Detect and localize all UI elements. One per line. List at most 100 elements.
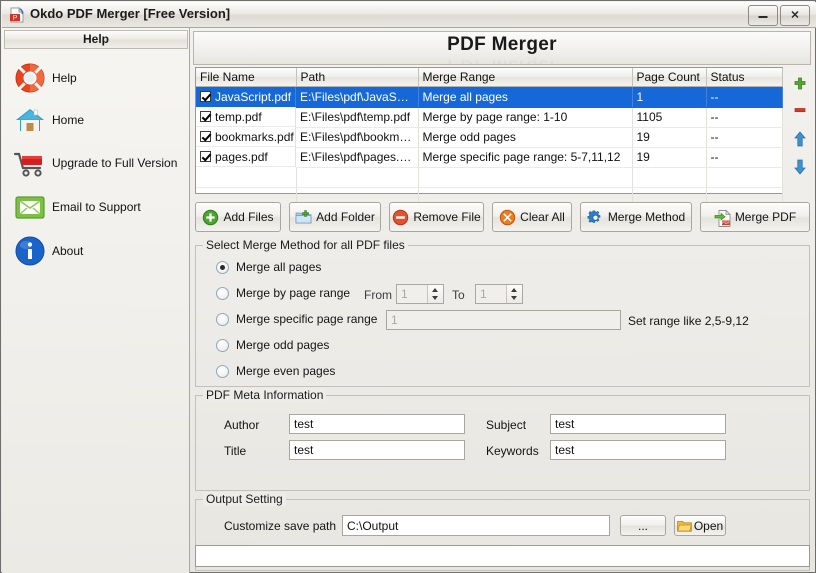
- merge-method-button[interactable]: Merge Method: [580, 202, 692, 232]
- radio-merge-odd-pages[interactable]: Merge odd pages: [216, 336, 329, 354]
- blue-up-arrow-icon: [793, 131, 807, 150]
- blue-down-arrow-icon: [793, 159, 807, 178]
- radio-icon: [216, 260, 229, 274]
- merge-pdf-button[interactable]: PDF Merge PDF: [700, 202, 810, 232]
- info-icon: [12, 233, 48, 269]
- row-checkbox[interactable]: [200, 151, 211, 162]
- minimize-icon: [758, 16, 768, 19]
- green-plus-circle-icon: [202, 209, 219, 226]
- keywords-label: Keywords: [486, 444, 539, 458]
- clear-x-icon: [499, 209, 516, 226]
- status-bar: [195, 545, 810, 567]
- cell-page-count: 1: [632, 86, 707, 108]
- radio-label: Merge even pages: [236, 364, 336, 378]
- column-header-file-name[interactable]: File Name: [196, 68, 297, 87]
- close-button[interactable]: ✕: [780, 5, 810, 26]
- keywords-field[interactable]: [550, 440, 726, 460]
- title-label: Title: [224, 444, 247, 458]
- cell-file-name[interactable]: JavaScript.pdf: [196, 87, 296, 107]
- remove-file-button[interactable]: Remove File: [389, 202, 484, 232]
- cell-file-name[interactable]: temp.pdf: [196, 107, 296, 127]
- open-folder-icon: [677, 519, 692, 533]
- column-header-path[interactable]: Path: [296, 68, 419, 87]
- to-label: To: [452, 288, 465, 302]
- radio-label: Merge odd pages: [236, 338, 330, 352]
- author-field[interactable]: [289, 414, 465, 434]
- from-page-value: 1: [401, 287, 408, 301]
- table-row-empty: [196, 167, 783, 188]
- radio-icon: [216, 338, 229, 352]
- row-checkbox[interactable]: [200, 91, 211, 102]
- cell-file-name[interactable]: pages.pdf: [196, 147, 296, 167]
- cell-status: --: [706, 147, 783, 168]
- add-folder-button[interactable]: Add Folder: [289, 202, 381, 232]
- sidebar-item-upgrade[interactable]: Upgrade to Full Version: [12, 143, 187, 183]
- sidebar-item-email-support[interactable]: Email to Support: [12, 187, 187, 227]
- radio-merge-all-pages[interactable]: Merge all pages: [216, 258, 321, 276]
- column-header-page-count[interactable]: Page Count: [632, 68, 707, 87]
- pdf-merger-app-icon: P: [9, 6, 25, 23]
- cell-status: --: [706, 127, 783, 148]
- radio-merge-even-pages[interactable]: Merge even pages: [216, 362, 335, 380]
- to-page-spinner[interactable]: 1: [475, 284, 523, 304]
- merge-pdf-icon: PDF: [714, 209, 731, 227]
- add-files-label: Add Files: [223, 210, 274, 224]
- cell-file-name[interactable]: bookmarks.pdf: [196, 127, 296, 147]
- minimize-button[interactable]: [748, 5, 778, 26]
- remove-row-button[interactable]: [787, 103, 813, 125]
- add-row-button[interactable]: [787, 77, 813, 99]
- table-row[interactable]: JavaScript.pdf E:\Files\pdf\JavaScr... M…: [196, 86, 783, 108]
- list-order-controls: [787, 69, 813, 189]
- table-row[interactable]: pages.pdf E:\Files\pdf\pages.pdf Merge s…: [196, 147, 783, 168]
- radio-merge-by-page-range[interactable]: Merge by page range: [216, 284, 350, 302]
- sidebar-item-help[interactable]: Help: [12, 58, 187, 98]
- column-header-merge-range[interactable]: Merge Range: [418, 68, 633, 87]
- merge-method-group: Select Merge Method for all PDF files Me…: [195, 238, 810, 387]
- to-page-value: 1: [480, 287, 487, 301]
- gear-icon: [587, 209, 604, 226]
- sidebar: Help Help Home Upgrade to Full Version E…: [2, 28, 190, 573]
- radio-icon: [216, 286, 229, 300]
- from-page-spinner[interactable]: 1: [396, 284, 444, 304]
- range-hint: Set range like 2,5-9,12: [628, 314, 749, 328]
- save-path-input[interactable]: [342, 515, 610, 536]
- page-title: PDF Merger: [447, 34, 557, 55]
- open-folder-button[interactable]: Open: [674, 515, 726, 536]
- table-header-row: File Name Path Merge Range Page Count St…: [196, 68, 783, 87]
- sidebar-item-label: Upgrade to Full Version: [52, 156, 178, 170]
- column-header-status[interactable]: Status: [706, 68, 783, 87]
- move-down-button[interactable]: [787, 159, 813, 181]
- table-row[interactable]: bookmarks.pdf E:\Files\pdf\bookma... Mer…: [196, 127, 783, 148]
- sidebar-item-about[interactable]: About: [12, 231, 187, 271]
- cell-page-count: 1105: [632, 107, 707, 128]
- clear-all-button[interactable]: Clear All: [492, 202, 572, 232]
- merge-method-label: Merge Method: [607, 210, 686, 224]
- red-minus-icon: [793, 106, 807, 120]
- window-controls: ✕: [748, 5, 810, 26]
- add-files-button[interactable]: Add Files: [195, 202, 281, 232]
- cell-merge-range: Merge all pages: [418, 86, 633, 108]
- radio-icon: [216, 364, 229, 378]
- spinner-arrows-icon[interactable]: [506, 285, 522, 303]
- subject-field[interactable]: [550, 414, 726, 434]
- window-title: Okdo PDF Merger [Free Version]: [30, 6, 231, 21]
- green-plus-icon: [793, 77, 807, 94]
- radio-merge-specific-page-range[interactable]: Merge specific page range: [216, 310, 377, 328]
- title-bar: P Okdo PDF Merger [Free Version] ✕: [2, 2, 816, 28]
- file-list-table[interactable]: File Name Path Merge Range Page Count St…: [195, 67, 783, 208]
- spinner-arrows-icon[interactable]: [427, 285, 443, 303]
- open-label: Open: [693, 518, 724, 533]
- file-name-text: bookmarks.pdf: [215, 129, 294, 144]
- row-checkbox[interactable]: [200, 131, 211, 142]
- row-checkbox[interactable]: [200, 111, 211, 122]
- specific-range-input[interactable]: [386, 310, 621, 330]
- cell-page-count: 19: [632, 147, 707, 168]
- table-row[interactable]: temp.pdf E:\Files\pdf\temp.pdf Merge by …: [196, 107, 783, 128]
- title-field[interactable]: [289, 440, 465, 460]
- move-up-button[interactable]: [787, 131, 813, 153]
- sidebar-item-home[interactable]: Home: [12, 100, 187, 140]
- radio-icon: [216, 312, 229, 326]
- browse-button[interactable]: ...: [620, 515, 666, 536]
- cell-page-count: 19: [632, 127, 707, 148]
- sidebar-item-label: Email to Support: [52, 200, 141, 214]
